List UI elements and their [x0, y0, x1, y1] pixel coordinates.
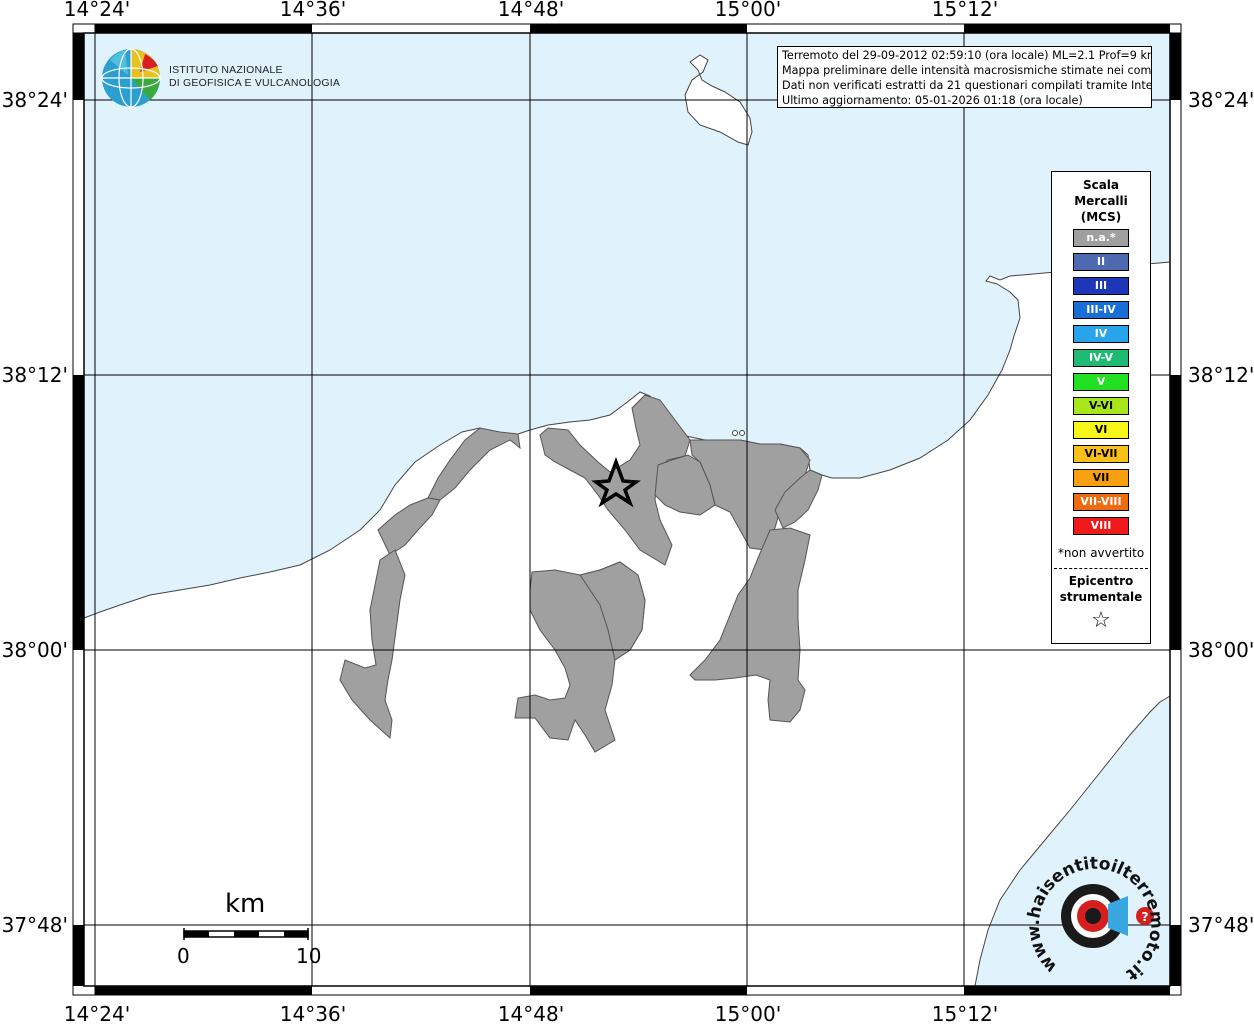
legend-item: III [1073, 277, 1129, 295]
lon-label: 15°00' [715, 0, 781, 21]
legend-item: II [1073, 253, 1129, 271]
legend-item: V [1073, 373, 1129, 391]
info-line: Ultimo aggiornamento: 05-01-2026 01:18 (… [782, 94, 1083, 107]
legend-divider [1054, 568, 1148, 569]
legend-note: *non avvertito [1057, 546, 1145, 560]
lon-label: 15°12' [932, 1002, 998, 1024]
lat-label: 38°12' [1188, 363, 1254, 387]
legend-star-icon: ☆ [1091, 608, 1111, 633]
legend-item: IV-V [1073, 349, 1129, 367]
ingv-logo-icon [101, 48, 161, 108]
lat-label: 37°48' [2, 913, 68, 937]
legend-title-line: Scala [1082, 178, 1120, 192]
lon-label: 14°36' [280, 0, 346, 21]
lat-label: 38°12' [2, 363, 68, 387]
legend-epicentre-line: strumentale [1059, 590, 1143, 604]
lon-label: 14°24' [64, 0, 130, 21]
mcs-legend: Scala Mercalli (MCS) n.a.* II III III-IV IV I… [1051, 171, 1151, 644]
legend-title-line: (MCS) [1080, 210, 1122, 224]
legend-item: VII [1073, 469, 1129, 487]
earthquake-info-box: Terremoto del 29-09-2012 02:59:10 (ora l… [777, 46, 1152, 108]
lat-label: 38°00' [1188, 638, 1254, 662]
legend-title-line: Mercalli [1074, 194, 1128, 208]
lon-label: 14°48' [498, 0, 564, 21]
legend-item: V-VI [1073, 397, 1129, 415]
lat-label: 38°24' [2, 88, 68, 112]
legend-epicentre: Epicentro strumentale [1052, 573, 1150, 605]
lat-label: 38°00' [2, 638, 68, 662]
legend-item: n.a.* [1073, 229, 1129, 247]
lon-label: 15°00' [715, 1002, 781, 1024]
lat-label: 37°48' [1188, 913, 1254, 937]
legend-epicentre-line: Epicentro [1068, 574, 1134, 588]
info-line: Mappa preliminare delle intensità macros… [782, 64, 1152, 77]
info-line: Dati non verificati estratti da 21 quest… [782, 79, 1152, 92]
legend-title: Scala Mercalli (MCS) [1052, 177, 1150, 225]
institute-line2: DI GEOFISICA E VULCANOLOGIA [169, 77, 341, 89]
map-area [83, 32, 1171, 987]
lat-label: 38°24' [1188, 88, 1254, 112]
legend-item: VI [1073, 421, 1129, 439]
institute-name: ISTITUTO NAZIONALE DI GEOFISICA E VULCAN… [169, 64, 340, 90]
legend-item: VII-VIII [1073, 493, 1129, 511]
lon-label: 14°24' [64, 1002, 130, 1024]
scale-bar-unit: km [225, 889, 266, 919]
legend-item: IV [1073, 325, 1129, 343]
scale-bar-min: 0 [177, 944, 190, 968]
institute-line1: ISTITUTO NAZIONALE [169, 64, 283, 76]
legend-item: VI-VII [1073, 445, 1129, 463]
scale-bar-max: 10 [296, 944, 322, 968]
info-line: Terremoto del 29-09-2012 02:59:10 (ora l… [782, 49, 1152, 62]
legend-item: III-IV [1073, 301, 1129, 319]
lon-label: 14°48' [498, 1002, 564, 1024]
lon-label: 14°36' [280, 1002, 346, 1024]
lon-label: 15°12' [932, 0, 998, 21]
legend-item: VIII [1073, 517, 1129, 535]
